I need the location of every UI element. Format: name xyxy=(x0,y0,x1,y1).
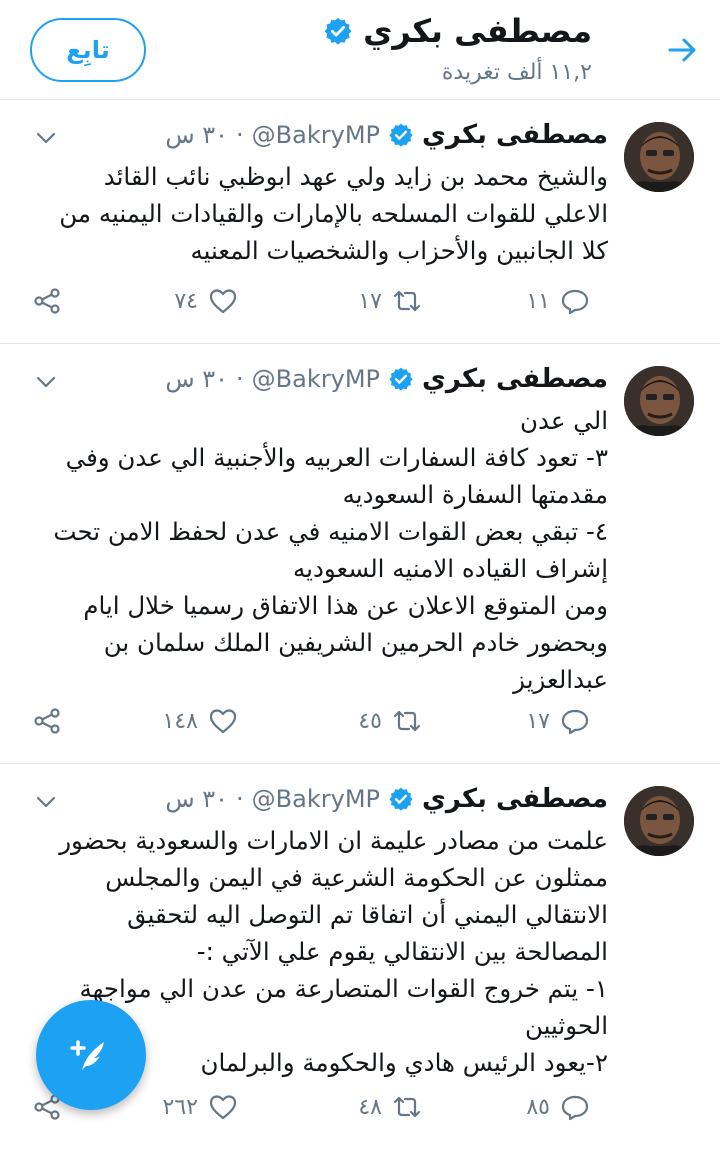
tweet-actions: ١٧ ٤٥ ١٤٨ xyxy=(0,706,720,746)
share-button[interactable] xyxy=(32,286,62,316)
retweet-button[interactable]: ١٧ xyxy=(358,286,422,316)
tweet-text-line: ممثلون عن الحكومة الشرعية في اليمن والمج… xyxy=(105,863,608,892)
like-button[interactable]: ٢٦٢ xyxy=(163,1092,238,1122)
author-handle: @BakryMP xyxy=(251,785,380,813)
tweet-text: الي عدن ٣- تعود كافة السفارات العربيه وا… xyxy=(18,402,608,698)
retweet-count: ٤٥ xyxy=(358,708,382,734)
tweet-text-line: الي عدن xyxy=(520,406,608,435)
tweet-text-line: ومن المتوقع الاعلان عن هذا الاتفاق رسميا… xyxy=(83,591,608,620)
retweet-icon xyxy=(393,1096,421,1118)
tweet-text-line: إشراف القياده الامنيه السعوديه xyxy=(293,554,608,583)
tweet-text-line: علمت من مصادر عليمة ان الامارات والسعودي… xyxy=(59,826,608,855)
share-button[interactable] xyxy=(32,706,62,736)
verified-badge-icon xyxy=(389,367,413,391)
follow-button[interactable]: تابِع xyxy=(30,18,146,82)
retweet-icon xyxy=(393,710,421,732)
retweet-count: ٤٨ xyxy=(358,1094,382,1120)
like-button[interactable]: ١٤٨ xyxy=(163,706,238,736)
separator-dot: · xyxy=(236,121,244,149)
tweet-time: ٣٠ س xyxy=(165,121,229,149)
chevron-down-icon[interactable] xyxy=(34,126,58,150)
author-handle: @BakryMP xyxy=(251,121,380,149)
reply-count: ٨٥ xyxy=(526,1094,550,1120)
tweet-text-line: كلا الجانبين والأحزاب والشخصيات المعنيه xyxy=(190,236,608,265)
tweet-text-line: عبدالعزيز xyxy=(513,665,608,694)
author-handle: @BakryMP xyxy=(251,365,380,393)
like-button[interactable]: ٧٤ xyxy=(174,286,238,316)
share-icon xyxy=(34,708,60,734)
reply-icon xyxy=(561,289,589,315)
reply-icon xyxy=(561,1095,589,1121)
reply-count: ١٧ xyxy=(526,708,550,734)
reply-button[interactable]: ٨٥ xyxy=(526,1092,590,1122)
reply-button[interactable]: ١١ xyxy=(526,286,590,316)
retweet-button[interactable]: ٤٨ xyxy=(358,1092,422,1122)
tweet-header: مصطفى بكري @BakryMP · ٣٠ س xyxy=(165,120,608,150)
like-icon xyxy=(209,709,237,734)
tweet[interactable]: مصطفى بكري @BakryMP · ٣٠ س الي عدن ٣- تع… xyxy=(0,344,720,764)
verified-badge-icon xyxy=(324,17,352,45)
profile-name: مصطفى بكري xyxy=(363,12,592,50)
like-icon xyxy=(209,289,237,314)
chevron-down-icon[interactable] xyxy=(34,370,58,394)
reply-count: ١١ xyxy=(526,288,550,314)
like-icon xyxy=(209,1095,237,1120)
separator-dot: · xyxy=(236,785,244,813)
tweet-count: ١١,٢ ألف تغريدة xyxy=(441,60,592,85)
retweet-button[interactable]: ٤٥ xyxy=(358,706,422,736)
separator-dot: · xyxy=(236,365,244,393)
like-count: ١٤٨ xyxy=(162,708,198,734)
tweet-header: مصطفى بكري @BakryMP · ٣٠ س xyxy=(165,784,608,814)
tweet-text: والشيخ محمد بن زايد ولي عهد ابوظبي نائب … xyxy=(18,158,608,269)
avatar[interactable] xyxy=(624,366,694,436)
verified-badge-icon xyxy=(389,123,413,147)
compose-tweet-icon xyxy=(70,1040,104,1070)
tweet-text-line: وبحضور خادم الحرمين الشريفين الملك سلمان… xyxy=(103,628,608,657)
author-name[interactable]: مصطفى بكري xyxy=(422,364,608,394)
avatar[interactable] xyxy=(624,122,694,192)
profile-title: مصطفى بكري xyxy=(323,12,592,50)
verified-badge-icon xyxy=(389,787,413,811)
author-name[interactable]: مصطفى بكري xyxy=(422,120,608,150)
back-arrow-icon[interactable] xyxy=(662,30,702,70)
reply-icon xyxy=(561,709,589,735)
tweet[interactable]: مصطفى بكري @BakryMP · ٣٠ س والشيخ محمد ب… xyxy=(0,100,720,344)
tweet-time: ٣٠ س xyxy=(165,785,229,813)
reply-button[interactable]: ١٧ xyxy=(526,706,590,736)
author-name[interactable]: مصطفى بكري xyxy=(422,784,608,814)
like-count: ٧٤ xyxy=(174,288,198,314)
share-icon xyxy=(34,288,60,314)
tweet-text-line: الانتقالي اليمني أن اتفاقا تم التوصل الي… xyxy=(127,900,608,929)
profile-header: مصطفى بكري ١١,٢ ألف تغريدة تابِع xyxy=(0,0,720,100)
chevron-down-icon[interactable] xyxy=(34,790,58,814)
avatar[interactable] xyxy=(624,786,694,856)
tweet-header: مصطفى بكري @BakryMP · ٣٠ س xyxy=(165,364,608,394)
like-count: ٢٦٢ xyxy=(162,1094,198,1120)
tweet-text-line: مقدمتها السفارة السعوديه xyxy=(342,480,608,509)
retweet-icon xyxy=(393,290,421,312)
compose-tweet-button[interactable] xyxy=(36,1000,146,1110)
retweet-count: ١٧ xyxy=(358,288,382,314)
tweet-text-line: ٤- تبقي بعض القوات الامنيه في عدن لحفظ ا… xyxy=(53,517,608,546)
tweet-text-line: والشيخ محمد بن زايد ولي عهد ابوظبي نائب … xyxy=(103,162,608,191)
tweet-text-line: ٣- تعود كافة السفارات العربيه والأجنبية … xyxy=(65,443,608,472)
tweet-actions: ١١ ١٧ ٧٤ xyxy=(0,286,720,326)
tweet-text-line: المصالحة بين الانتقالي يقوم علي الآتي :- xyxy=(196,937,608,966)
tweet-text-line: الاعلي للقوات المسلحه بالإمارات والقيادا… xyxy=(59,199,608,228)
tweet-time: ٣٠ س xyxy=(165,365,229,393)
